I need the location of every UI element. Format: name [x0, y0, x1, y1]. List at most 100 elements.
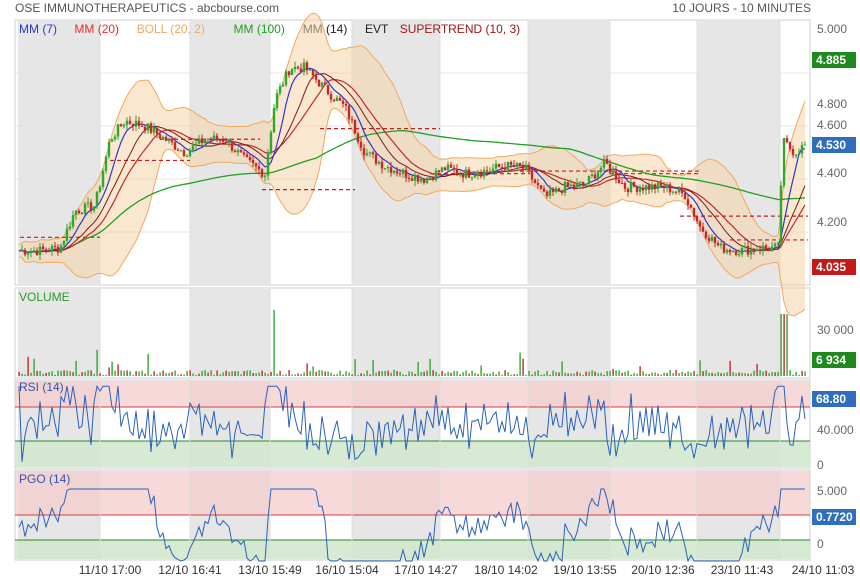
candle-body [269, 132, 273, 153]
volume-bar [222, 372, 224, 376]
volume-bar [312, 366, 314, 376]
volume-bar [603, 374, 605, 376]
rsi-overbought-zone [15, 381, 810, 407]
volume-bar [39, 371, 41, 376]
candle-body [581, 181, 585, 185]
volume-bar [420, 371, 422, 376]
volume-bar [171, 372, 173, 376]
x-tick-label: 12/10 16:41 [158, 563, 222, 577]
candle-body [701, 226, 705, 232]
volume-bar [93, 373, 95, 376]
volume-bar [795, 371, 797, 376]
volume-bar [315, 371, 317, 376]
candle-body [791, 149, 795, 156]
volume-bar [84, 371, 86, 376]
candle-body [302, 62, 306, 73]
volume-bar [189, 370, 191, 376]
rsi-oversold-zone [15, 441, 810, 467]
volume-bar [168, 372, 170, 376]
candle-body [362, 147, 366, 156]
candle-body [488, 171, 492, 173]
volume-bar [780, 314, 782, 376]
candle-body [203, 139, 207, 144]
candle-body [452, 167, 456, 170]
volume-bar [693, 370, 695, 376]
x-tick-label: 24/10 11:03 [792, 563, 855, 577]
candle-body [89, 202, 93, 211]
volume-bar [309, 371, 311, 376]
volume-bar [714, 373, 716, 376]
volume-bar [561, 361, 563, 376]
vol-tick: 30 000 [817, 323, 854, 337]
candle-body [713, 236, 717, 244]
candle-body [200, 138, 204, 144]
volume-bar [345, 371, 347, 376]
volume-bar [747, 373, 749, 376]
candle-body [71, 215, 75, 227]
volume-bar [78, 374, 80, 376]
volume-bar [306, 363, 308, 376]
volume-bar [768, 373, 770, 376]
candle-body [500, 167, 504, 169]
pgo-tick-5: 5.000 [817, 484, 847, 498]
candle-body [410, 178, 414, 181]
candle-body [533, 179, 537, 184]
volume-bar [558, 372, 560, 376]
volume-bar [615, 370, 617, 376]
volume-bar [702, 371, 704, 376]
candle-body [458, 173, 462, 175]
candle-body [104, 156, 108, 172]
volume-bar [336, 374, 338, 376]
candle-body [782, 138, 786, 186]
volume-bar [417, 361, 419, 376]
volume-bar [129, 371, 131, 376]
volume-bar [447, 371, 449, 376]
volume-bar [657, 373, 659, 376]
volume-bar [453, 370, 455, 376]
candle-body [737, 254, 741, 256]
candle-body [26, 253, 30, 255]
volume-bar [633, 373, 635, 376]
volume-bar [492, 371, 494, 376]
candle-body [479, 174, 483, 177]
volume-bar [624, 371, 626, 376]
volume-bar [543, 374, 545, 376]
rsi-tick-40: 40.000 [817, 423, 854, 437]
candle-body [80, 213, 84, 215]
candle-body [527, 164, 531, 171]
candle-body [461, 173, 465, 178]
candle-body [434, 170, 438, 180]
volume-bar [354, 359, 356, 376]
candle-body [755, 249, 759, 252]
badge-high: 4.885 [816, 53, 846, 67]
volume-bar [786, 314, 788, 376]
volume-bar [285, 374, 287, 376]
candle-body [515, 163, 519, 167]
candle-body [659, 182, 663, 186]
volume-bar [372, 360, 374, 376]
candle-body [578, 181, 582, 183]
volume-bar [690, 372, 692, 376]
volume-bar [123, 370, 125, 376]
candle-body [149, 123, 153, 133]
candle-body [752, 248, 756, 252]
volume-bar [567, 373, 569, 376]
volume-bar [153, 371, 155, 376]
candle-body [356, 133, 360, 142]
x-tick-label: 13/10 15:49 [238, 563, 302, 577]
candle-body [272, 108, 276, 133]
volume-bar [87, 370, 89, 376]
candle-body [716, 243, 720, 246]
volume-bar [801, 370, 803, 376]
candle-body [308, 69, 312, 71]
candle-body [125, 120, 129, 125]
volume-bar [798, 374, 800, 376]
candle-body [263, 175, 267, 177]
candle-body [719, 243, 723, 246]
candle-body [398, 173, 402, 175]
candle-body [206, 139, 210, 141]
candle-body [746, 246, 750, 255]
candle-body [683, 192, 687, 200]
candle-body [326, 84, 330, 95]
volume-bar [279, 370, 281, 376]
